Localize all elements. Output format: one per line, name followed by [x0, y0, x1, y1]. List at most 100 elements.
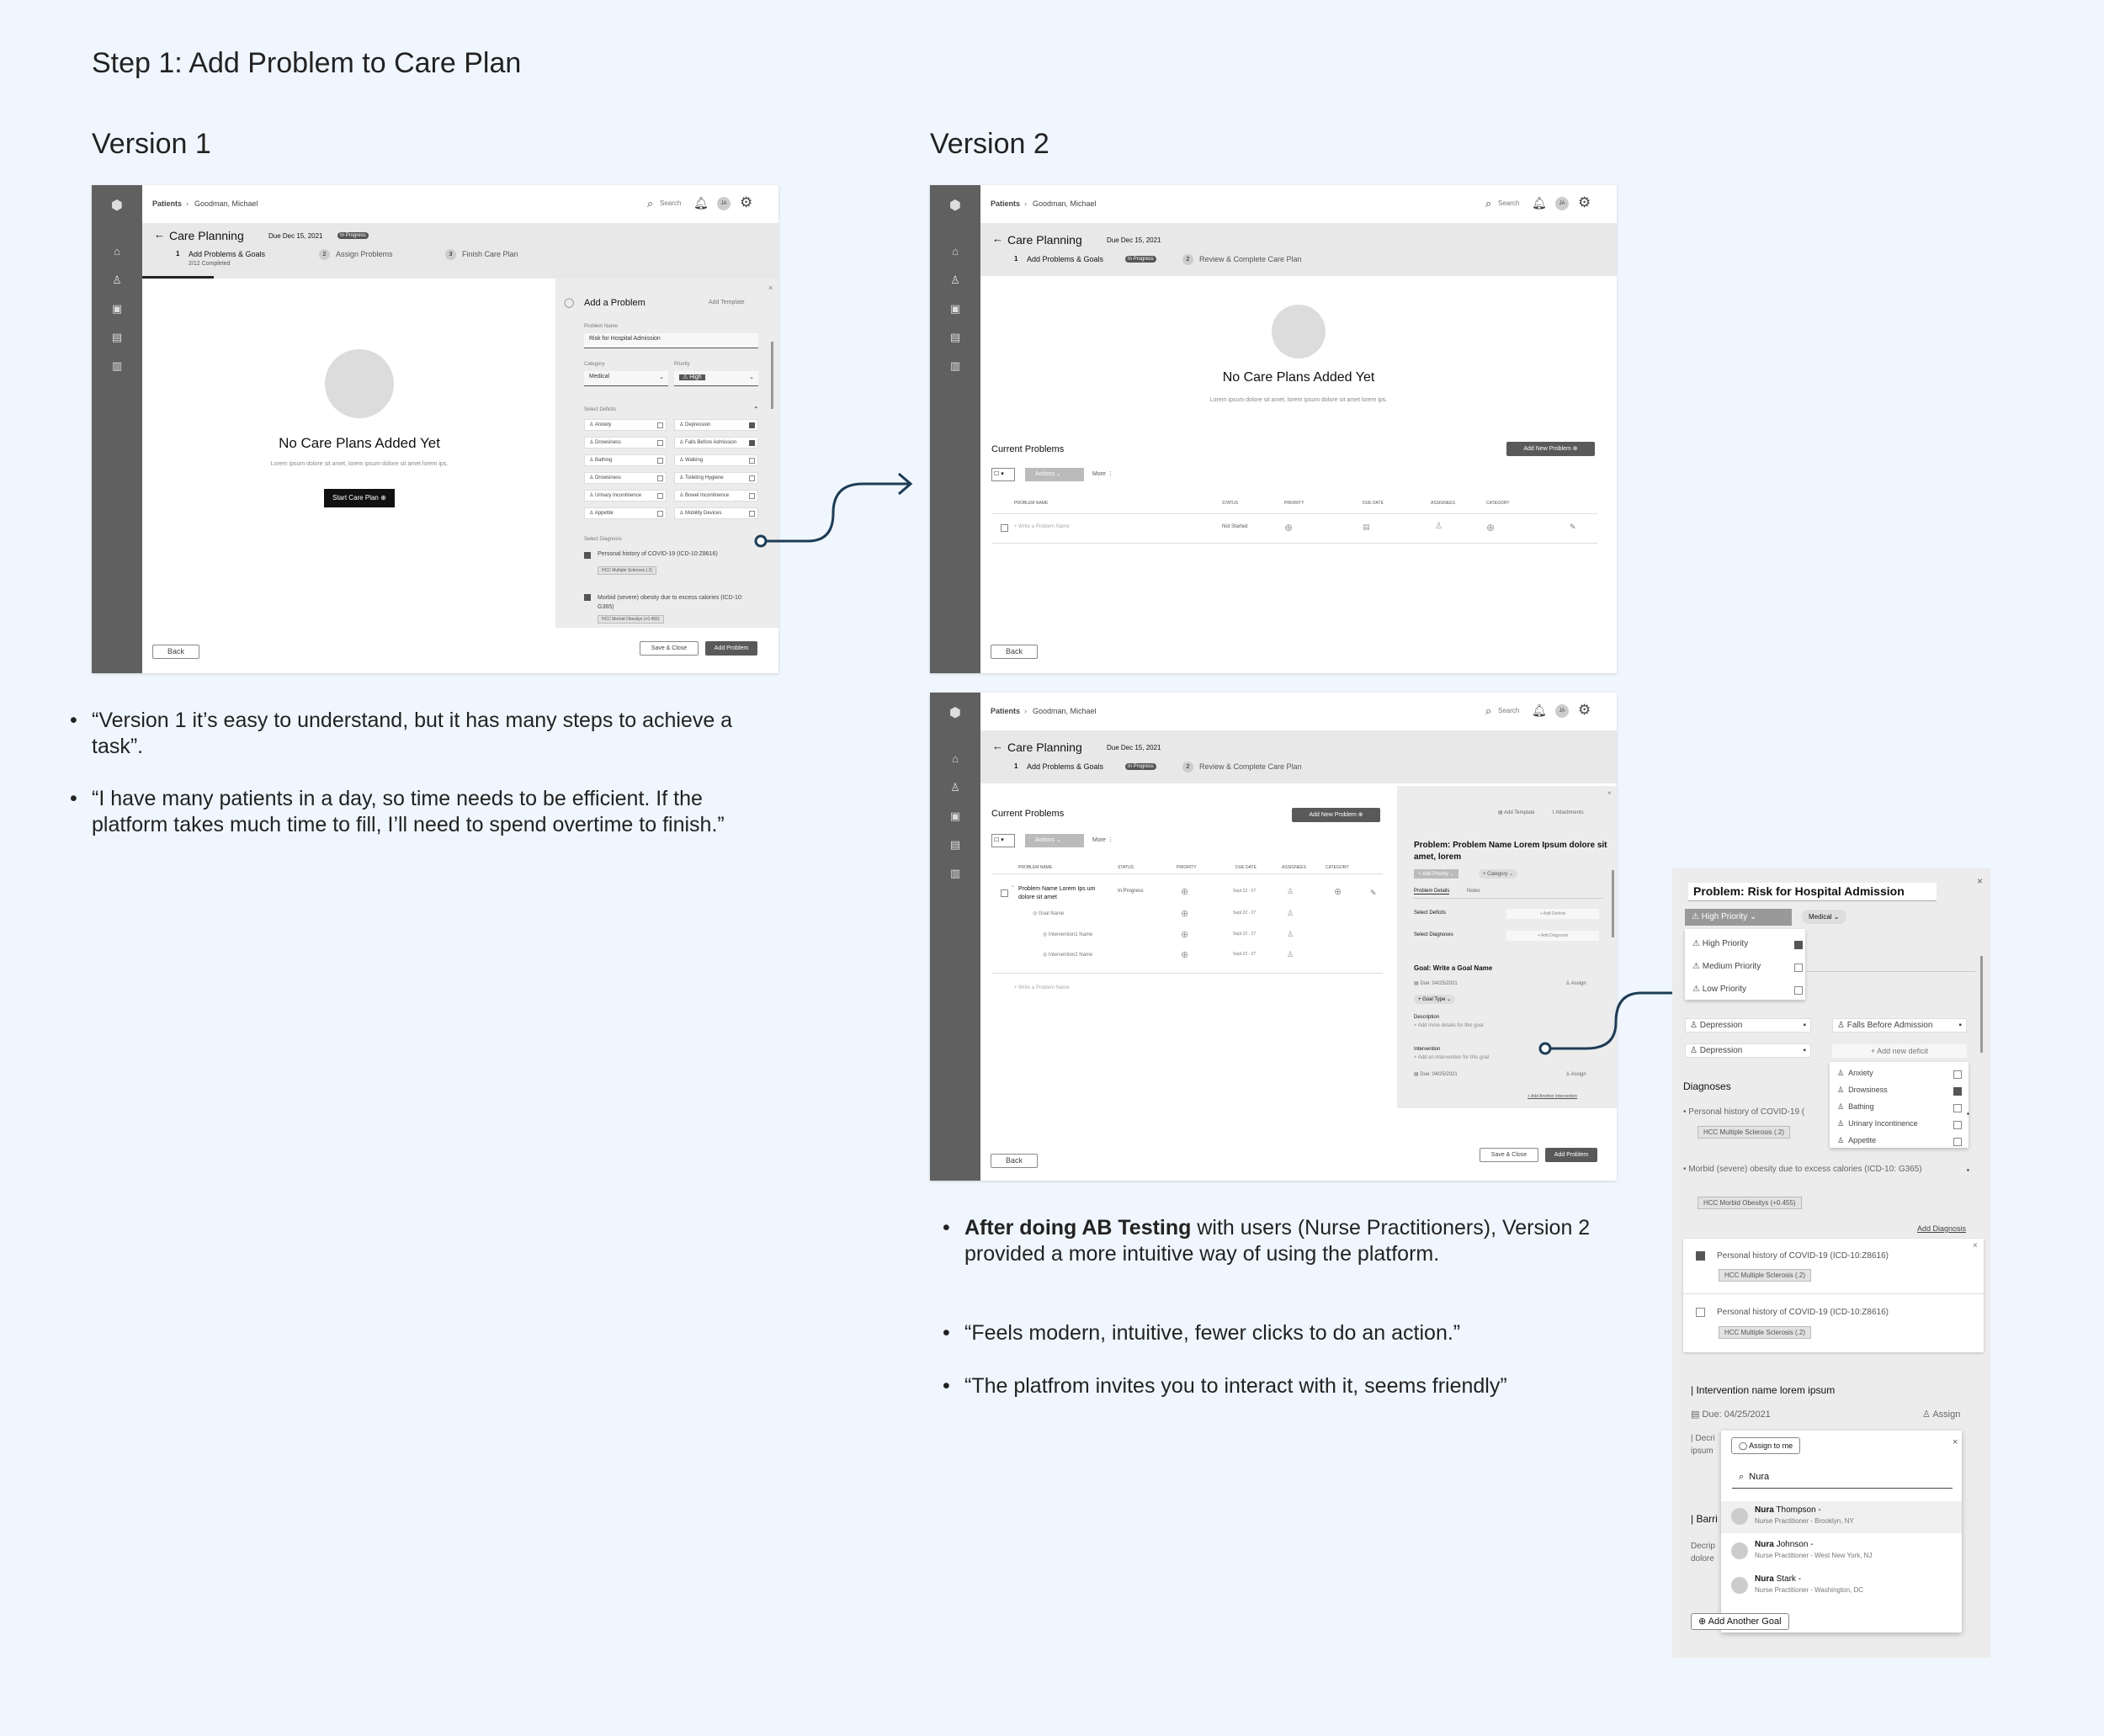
- priority-checkbox[interactable]: [1794, 941, 1803, 949]
- user-icon[interactable]: ♙: [947, 780, 964, 795]
- gear-icon[interactable]: ⚙: [1578, 702, 1591, 719]
- column-header[interactable]: ASSIGNEES: [1282, 865, 1306, 870]
- priority-checkbox[interactable]: [1794, 986, 1803, 995]
- search-icon[interactable]: ⌕: [647, 197, 653, 210]
- goal-row[interactable]: ◎ Goal Name: [1033, 910, 1064, 916]
- chevron-up-icon[interactable]: ⌃: [753, 406, 759, 413]
- calendar-icon[interactable]: ▤: [109, 330, 125, 345]
- deficit-option[interactable]: ♙ Appetite: [584, 507, 667, 519]
- collapse-icon[interactable]: ⌃: [1011, 885, 1015, 891]
- problem-name-input[interactable]: Risk for Hospital Admission: [584, 333, 758, 348]
- due-date-value[interactable]: Sept 22 - 27: [1233, 910, 1256, 916]
- home-icon[interactable]: ⌂: [947, 244, 964, 259]
- add-another-intervention-link[interactable]: + Add Another Intervention: [1528, 1094, 1577, 1099]
- assignee-icon[interactable]: ♙: [1287, 887, 1294, 896]
- tasks-icon[interactable]: ▣: [109, 301, 125, 316]
- assignee-icon[interactable]: ♙: [1435, 522, 1443, 531]
- intervention-assign[interactable]: ♙ Assign: [1565, 1071, 1586, 1077]
- scrollbar[interactable]: [1612, 870, 1614, 937]
- edit-icon[interactable]: ✎: [1570, 523, 1576, 532]
- deficit-option[interactable]: ♙ Mobility Devices: [674, 507, 758, 519]
- assignee-icon[interactable]: ♙: [1287, 930, 1294, 939]
- back-arrow-icon[interactable]: ←: [154, 228, 165, 241]
- add-priority-icon[interactable]: ⊕: [1181, 949, 1188, 960]
- intervention-due[interactable]: ▤ Due: 04/25/2021: [1414, 1071, 1458, 1077]
- column-header[interactable]: ASSIGNEES: [1431, 501, 1455, 506]
- column-header[interactable]: DUE DATE: [1235, 865, 1257, 870]
- deficit-option[interactable]: ♙ Anxiety: [1837, 1069, 1873, 1078]
- select-all-checkbox[interactable]: ☐ ▾: [991, 834, 1015, 847]
- edit-icon[interactable]: ✎: [1370, 889, 1377, 898]
- breadcrumb-root[interactable]: Patients: [991, 707, 1020, 715]
- person-name[interactable]: Nura Johnson -: [1755, 1540, 1814, 1549]
- problem-title-input[interactable]: Problem: Risk for Hospital Admission: [1688, 883, 1937, 901]
- assignee-icon[interactable]: ♙: [1287, 909, 1294, 918]
- actions-dropdown[interactable]: Actions ⌄: [1025, 468, 1084, 481]
- column-header[interactable]: CATEGORY: [1486, 501, 1510, 506]
- more-menu[interactable]: More ⋮: [1092, 836, 1113, 843]
- category-chip[interactable]: Medical ⌄: [1802, 910, 1846, 924]
- diag2-checkbox[interactable]: [584, 594, 591, 601]
- add-template-link[interactable]: Add Template: [709, 300, 745, 305]
- intervention1-row[interactable]: ◎ Intervention1 Name: [1043, 932, 1092, 937]
- step-3-label[interactable]: Finish Care Plan: [462, 250, 518, 258]
- step-1-label[interactable]: Add Problems & Goals: [189, 250, 265, 258]
- diag1-checkbox[interactable]: [584, 552, 591, 559]
- card1-checkbox[interactable]: [1696, 1251, 1705, 1261]
- card2-checkbox[interactable]: [1696, 1308, 1705, 1317]
- deficit-option[interactable]: ♙ Walking: [674, 454, 758, 466]
- home-icon[interactable]: ⌂: [109, 244, 125, 259]
- deficit-option[interactable]: ♙ Bathing: [1837, 1102, 1874, 1112]
- deficit-option[interactable]: ♙ Drowsiness: [584, 472, 667, 484]
- column-header[interactable]: STATUS: [1222, 501, 1238, 506]
- search-label[interactable]: Search: [660, 199, 681, 207]
- person-name[interactable]: Nura Thompson -: [1755, 1505, 1821, 1515]
- add-deficits-input[interactable]: + Add Deficits: [1506, 909, 1599, 919]
- close-icon[interactable]: ×: [1977, 875, 1983, 887]
- due-date-value[interactable]: Sept 22 - 27: [1233, 952, 1256, 957]
- bell-icon[interactable]: 🔔︎: [693, 196, 709, 210]
- document-icon[interactable]: ▥: [109, 358, 125, 374]
- back-arrow-icon[interactable]: ←: [992, 740, 1003, 752]
- step-2-label[interactable]: Assign Problems: [336, 250, 393, 258]
- document-icon[interactable]: ▥: [947, 358, 964, 374]
- column-header[interactable]: PROBLEM NAME: [1014, 501, 1048, 506]
- calendar-icon[interactable]: ▤: [947, 330, 964, 345]
- assign-to-me-button[interactable]: ◯ Assign to me: [1731, 1437, 1801, 1454]
- priority-option[interactable]: ⚠ Medium Priority: [1692, 962, 1761, 971]
- back-button[interactable]: Back: [991, 1154, 1038, 1168]
- save-close-button[interactable]: Save & Close: [1480, 1148, 1538, 1162]
- intervention-name[interactable]: | Intervention name lorem ipsum: [1691, 1384, 1835, 1396]
- category-button[interactable]: + Category ⌄: [1479, 869, 1518, 879]
- calendar-icon[interactable]: ▤: [947, 837, 964, 852]
- deficit-option[interactable]: ♙ Urinary Incontinence: [584, 490, 667, 502]
- deficit-falls[interactable]: ♙ Falls Before Admission ▪: [1832, 1018, 1967, 1033]
- back-button[interactable]: Back: [152, 645, 199, 659]
- attachments-link[interactable]: ⌇ Attachments: [1552, 810, 1584, 815]
- person-name[interactable]: Nura Stark -: [1755, 1574, 1801, 1584]
- search-label[interactable]: Search: [1498, 199, 1519, 207]
- deficit-checkbox[interactable]: [1953, 1138, 1962, 1146]
- assignee-icon[interactable]: ♙: [1287, 950, 1294, 959]
- close-icon[interactable]: ×: [1607, 789, 1612, 797]
- add-problem-button[interactable]: Add Problem: [705, 641, 757, 656]
- remove-icon[interactable]: ▪: [1967, 1110, 1969, 1118]
- column-header[interactable]: CATEGORY: [1326, 865, 1349, 870]
- deficit-option[interactable]: ♙ Bowel Incontinence: [674, 490, 758, 502]
- close-icon[interactable]: ×: [768, 284, 773, 292]
- step-1-label[interactable]: Add Problems & Goals: [1027, 762, 1103, 771]
- step-2-label[interactable]: Review & Complete Care Plan: [1199, 255, 1302, 263]
- calendar-icon[interactable]: ▤: [1363, 523, 1370, 532]
- document-icon[interactable]: ▥: [947, 866, 964, 881]
- tab-notes[interactable]: Notes: [1467, 889, 1480, 894]
- due-date-value[interactable]: Sept 22 - 27: [1233, 932, 1256, 937]
- breadcrumb-root[interactable]: Patients: [991, 199, 1020, 208]
- add-priority-button[interactable]: + Add Priority ⌄: [1414, 869, 1458, 879]
- intervention-assign[interactable]: ♙ Assign: [1922, 1409, 1960, 1420]
- deficit-option[interactable]: ♙ Falls Before Admission: [674, 437, 758, 449]
- add-problem-button[interactable]: Add Problem: [1545, 1148, 1597, 1162]
- start-care-plan-button[interactable]: Start Care Plan ⊕: [324, 489, 395, 507]
- bell-icon[interactable]: 🔔︎: [1532, 196, 1547, 210]
- add-diagnosis-link[interactable]: Add Diagnosis: [1917, 1224, 1966, 1233]
- column-header[interactable]: STATUS: [1118, 865, 1134, 870]
